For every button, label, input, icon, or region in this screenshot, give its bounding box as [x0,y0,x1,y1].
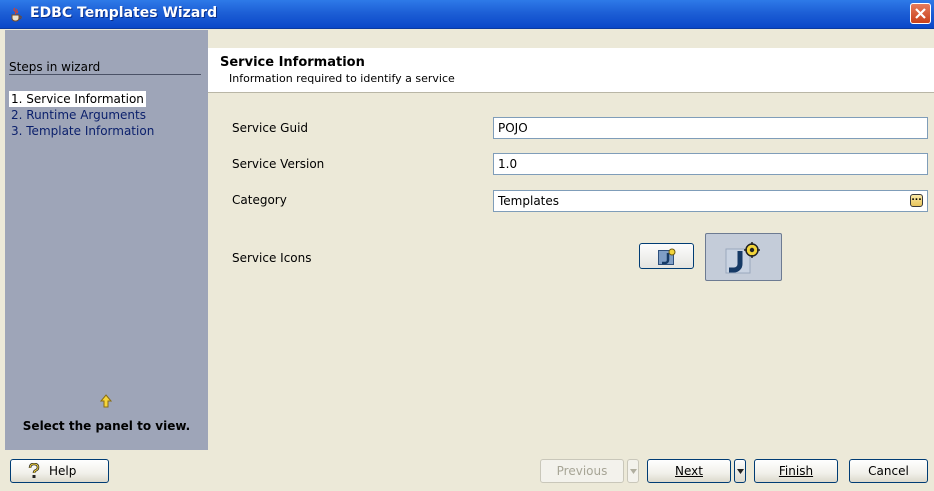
dropdown-arrow-icon [630,469,637,474]
up-arrow-icon [100,394,112,408]
service-guid-label: Service Guid [232,121,309,135]
java-bean-large-icon [725,242,760,274]
close-button[interactable] [910,3,931,24]
title-bar[interactable]: EDBC Templates Wizard [0,0,934,29]
category-label: Category [232,193,287,207]
panel-title: Service Information [220,55,365,70]
small-service-icon-button[interactable] [639,243,694,269]
previous-button[interactable]: Previous [540,459,624,483]
next-label: Next [675,464,703,478]
panel-header: Service Information Information required… [208,48,934,93]
cancel-button[interactable]: Cancel [849,459,928,483]
next-menu-button[interactable] [734,459,746,483]
help-label: Help [49,464,77,478]
main-panel [208,48,934,450]
service-icons-label: Service Icons [232,251,312,265]
category-value: Templates [498,194,560,208]
previous-menu-button[interactable] [627,459,639,483]
java-cup-icon [11,7,22,22]
service-version-field[interactable]: 1.0 [493,153,928,175]
close-icon [915,8,926,19]
step-item-runtime-arguments[interactable]: 2. Runtime Arguments [9,107,148,123]
category-browse-button[interactable]: ... [910,194,923,207]
service-version-label: Service Version [232,157,325,171]
window-title: EDBC Templates Wizard [30,5,218,21]
steps-hint: Select the panel to view. [22,419,191,433]
steps-panel: Steps in wizard 1. Service Information 2… [5,30,208,450]
next-button[interactable]: Next [647,459,731,483]
step-item-service-information[interactable]: 1. Service Information [9,91,146,107]
steps-heading: Steps in wizard [9,60,101,74]
category-field[interactable]: Templates ... [493,190,928,212]
service-guid-field[interactable]: POJO [493,117,928,139]
finish-label: Finish [778,464,814,478]
cancel-label: Cancel [868,464,909,478]
finish-button[interactable]: Finish [754,459,838,483]
step-item-template-information[interactable]: 3. Template Information [9,123,156,139]
large-service-icon-button[interactable] [705,233,782,281]
java-bean-small-icon [658,248,676,265]
panel-subtitle: Information required to identify a servi… [229,72,455,85]
help-button[interactable]: Help [10,459,109,483]
previous-label: Previous [556,464,608,478]
help-icon [28,463,40,478]
steps-divider [9,74,201,75]
dropdown-arrow-icon [737,469,744,474]
